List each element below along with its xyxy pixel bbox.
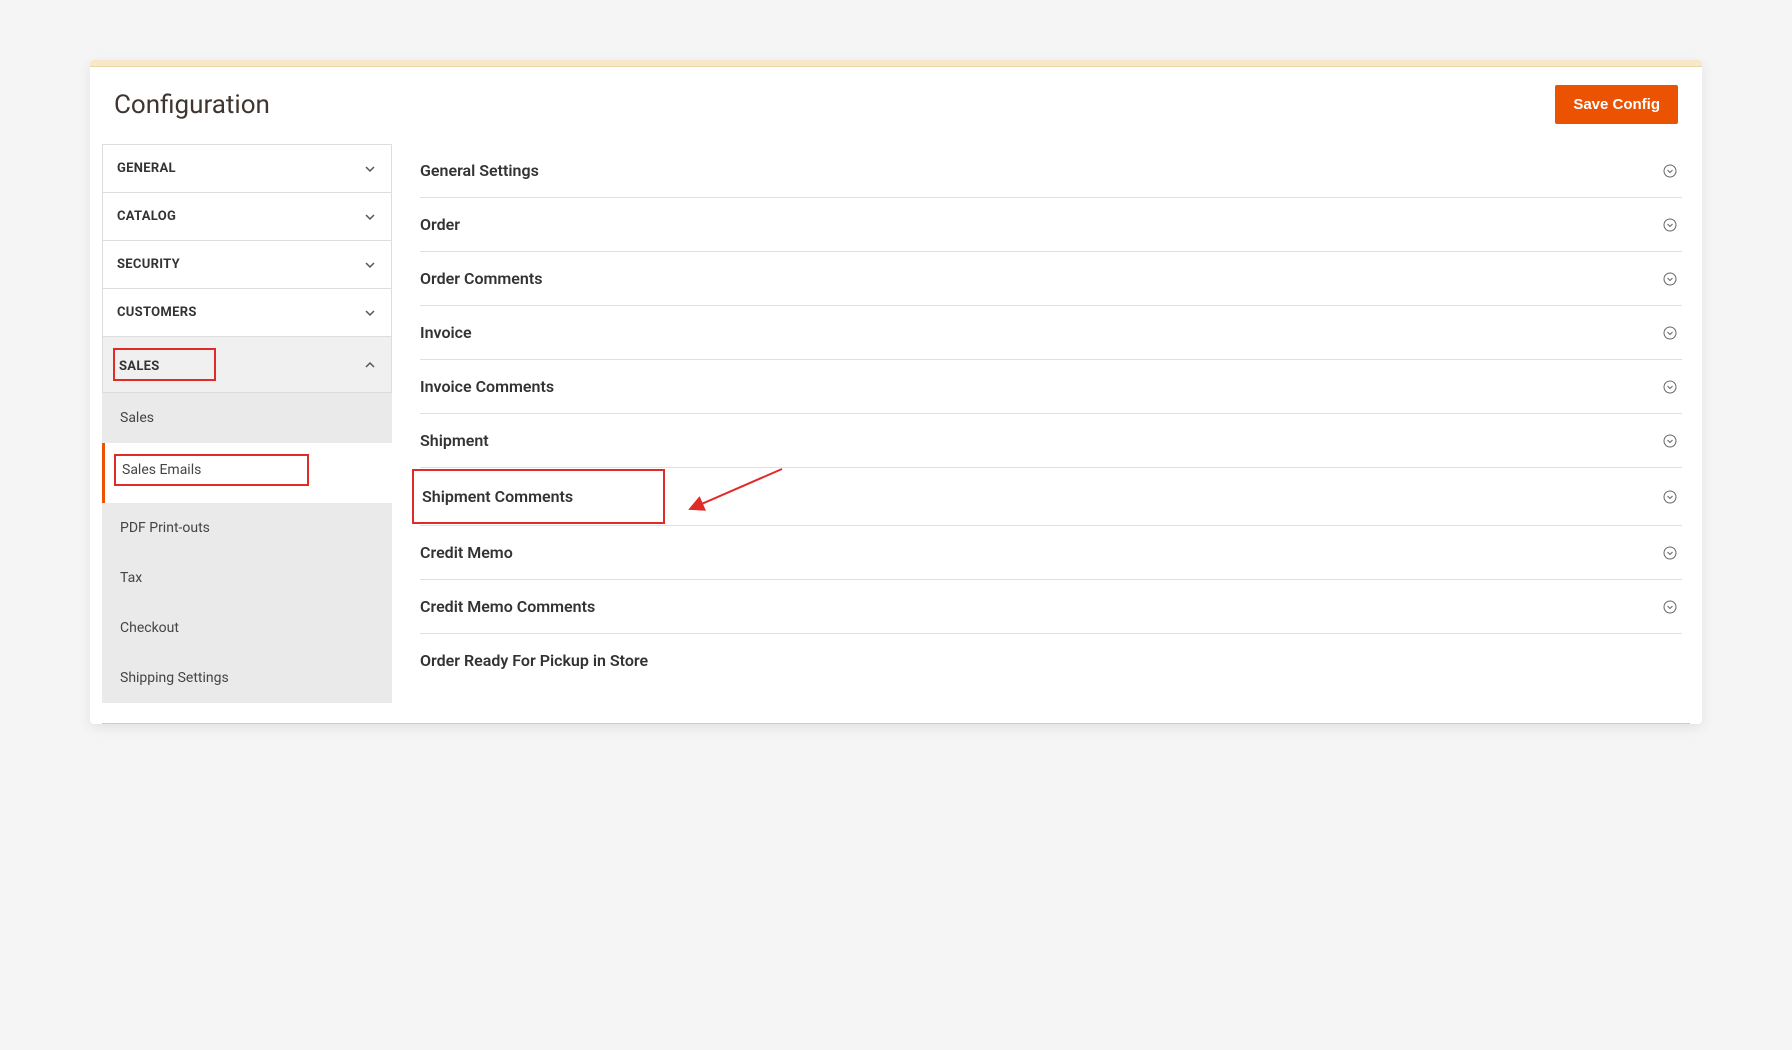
section-label: Order Ready For Pickup in Store (420, 651, 648, 670)
save-config-button[interactable]: Save Config (1555, 85, 1678, 124)
collapse-icon (1662, 433, 1678, 449)
sidebar-sub-items: Sales Sales Emails PDF Print-outs Tax Ch… (102, 393, 392, 703)
highlight-box: Sales Emails (114, 454, 309, 486)
collapse-icon (1662, 325, 1678, 341)
section-order[interactable]: Order (420, 198, 1682, 252)
collapse-icon (1662, 599, 1678, 615)
sidebar-sub-item-sales-emails[interactable]: Sales Emails (102, 443, 392, 503)
sidebar-sub-item-checkout[interactable]: Checkout (102, 603, 392, 653)
section-credit-memo-comments[interactable]: Credit Memo Comments (420, 580, 1682, 634)
chevron-down-icon (363, 258, 377, 272)
chevron-down-icon (363, 162, 377, 176)
page-container: Configuration Save Config GENERAL CATALO… (90, 60, 1702, 724)
section-order-ready-pickup[interactable]: Order Ready For Pickup in Store (420, 634, 1682, 687)
section-credit-memo[interactable]: Credit Memo (420, 526, 1682, 580)
page-title: Configuration (114, 90, 270, 120)
sidebar-sub-item-shipping-settings[interactable]: Shipping Settings (102, 653, 392, 703)
sidebar-item-label: CATALOG (117, 209, 176, 224)
collapse-icon (1662, 217, 1678, 233)
config-sidebar: GENERAL CATALOG SECURITY CUSTOMERS (102, 144, 392, 703)
sidebar-sub-item-sales[interactable]: Sales (102, 393, 392, 443)
section-invoice[interactable]: Invoice (420, 306, 1682, 360)
section-shipment[interactable]: Shipment (420, 414, 1682, 468)
sidebar-item-general[interactable]: GENERAL (102, 144, 392, 193)
sidebar-item-label: GENERAL (117, 161, 176, 176)
section-shipment-comments[interactable]: Shipment Comments (420, 468, 1682, 526)
section-label: Credit Memo Comments (420, 597, 595, 616)
sidebar-item-label: SECURITY (117, 257, 180, 272)
section-label: Order Comments (420, 269, 542, 288)
collapse-icon (1662, 163, 1678, 179)
section-general-settings[interactable]: General Settings (420, 144, 1682, 198)
collapse-icon (1662, 489, 1678, 505)
section-label: Order (420, 215, 460, 234)
section-label: Invoice (420, 323, 472, 342)
chevron-down-icon (363, 306, 377, 320)
section-invoice-comments[interactable]: Invoice Comments (420, 360, 1682, 414)
section-label: Shipment Comments (422, 487, 573, 506)
config-content: General Settings Order Order Comments In… (392, 144, 1690, 703)
chevron-up-icon (363, 358, 377, 372)
sidebar-sub-item-tax[interactable]: Tax (102, 553, 392, 603)
section-label: General Settings (420, 161, 539, 180)
sidebar-sub-item-label: Sales Emails (122, 462, 201, 478)
highlight-box: SALES (113, 348, 216, 381)
section-label: Invoice Comments (420, 377, 554, 396)
sidebar-sub-item-pdf[interactable]: PDF Print-outs (102, 503, 392, 553)
sidebar-item-security[interactable]: SECURITY (102, 240, 392, 289)
page-header: Configuration Save Config (90, 67, 1702, 144)
collapse-icon (1662, 545, 1678, 561)
chevron-down-icon (363, 210, 377, 224)
sidebar-item-catalog[interactable]: CATALOG (102, 192, 392, 241)
sidebar-item-label: SALES (119, 359, 160, 374)
sidebar-item-label: CUSTOMERS (117, 305, 197, 320)
collapse-icon (1662, 271, 1678, 287)
section-order-comments[interactable]: Order Comments (420, 252, 1682, 306)
highlight-box: Shipment Comments (412, 469, 665, 524)
bottom-divider (102, 723, 1690, 724)
top-accent-bar (90, 60, 1702, 67)
section-label: Credit Memo (420, 543, 513, 562)
section-label: Shipment (420, 431, 489, 450)
collapse-icon (1662, 379, 1678, 395)
body-area: GENERAL CATALOG SECURITY CUSTOMERS (90, 144, 1702, 723)
sidebar-item-customers[interactable]: CUSTOMERS (102, 288, 392, 337)
sidebar-item-sales[interactable]: SALES (102, 336, 392, 393)
